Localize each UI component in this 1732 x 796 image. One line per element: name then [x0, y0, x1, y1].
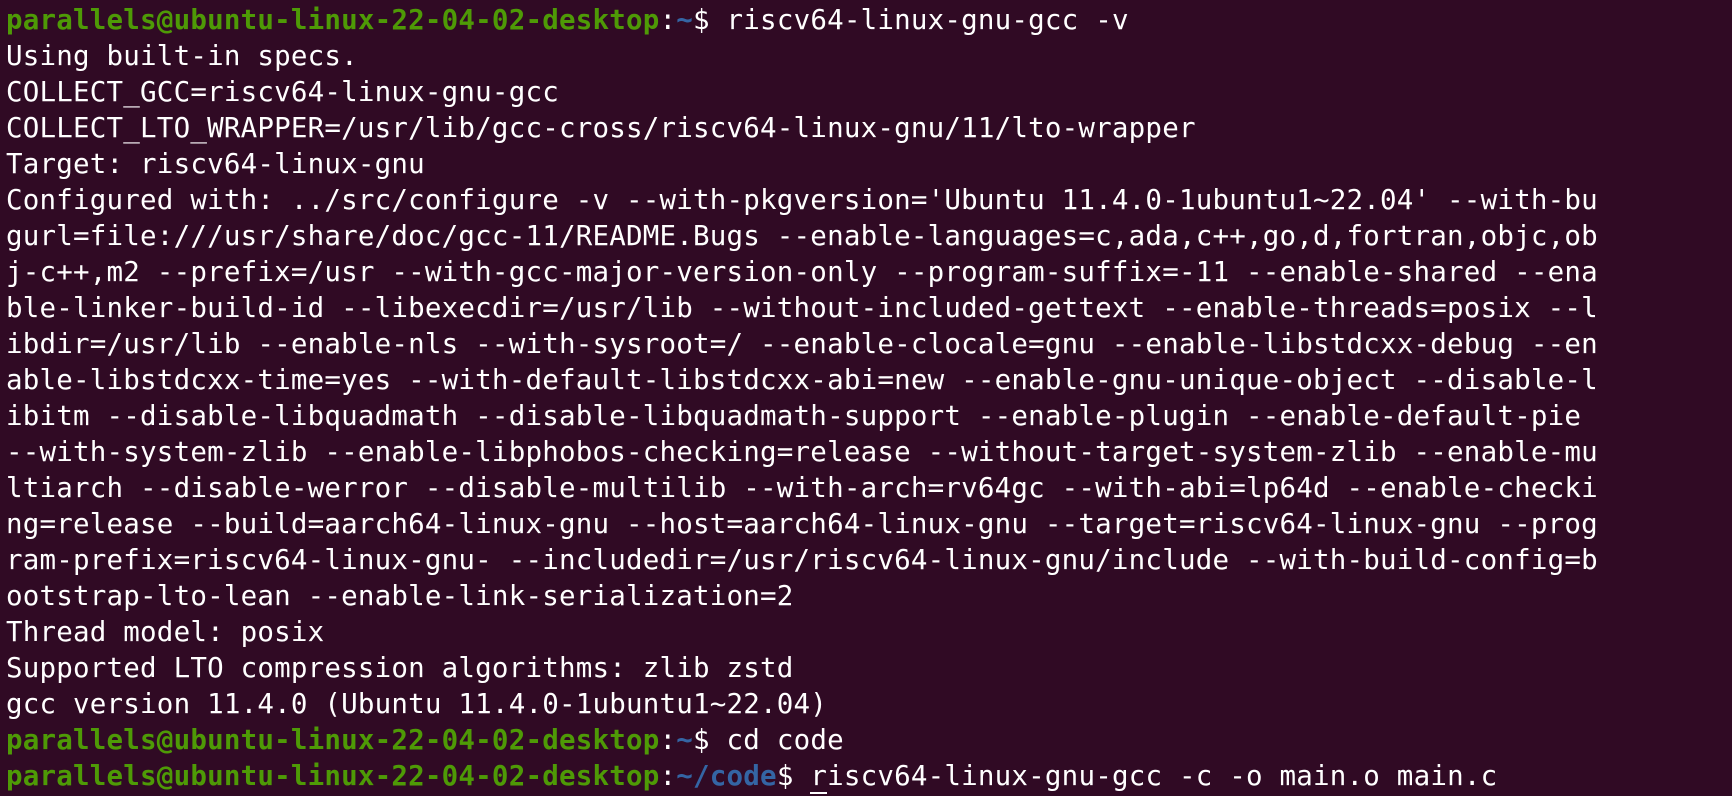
output-text: Supported LTO compression algorithms: zl… [6, 652, 794, 684]
output-line: ble-linker-build-id --libexecdir=/usr/li… [6, 290, 1732, 326]
output-line: COLLECT_GCC=riscv64-linux-gnu-gcc [6, 74, 1732, 110]
output-text: j-c++,m2 --prefix=/usr --with-gcc-major-… [6, 256, 1598, 288]
output-text: ng=release --build=aarch64-linux-gnu --h… [6, 508, 1598, 540]
prompt-colon: : [659, 4, 677, 36]
output-line: Thread model: posix [6, 614, 1732, 650]
output-line: Supported LTO compression algorithms: zl… [6, 650, 1732, 686]
prompt-colon: : [659, 724, 677, 756]
output-text: ltiarch --disable-werror --disable-multi… [6, 472, 1598, 504]
active-prompt-line: parallels@ubuntu-linux-22-04-02-desktop:… [6, 758, 1732, 794]
prompt-line: parallels@ubuntu-linux-22-04-02-desktop:… [6, 722, 1732, 758]
output-line: Configured with: ../src/configure -v --w… [6, 182, 1732, 218]
output-line: ram-prefix=riscv64-linux-gnu- --included… [6, 542, 1732, 578]
output-text: able-libstdcxx-time=yes --with-default-l… [6, 364, 1598, 396]
output-line: ibitm --disable-libquadmath --disable-li… [6, 398, 1732, 434]
output-text: Thread model: posix [6, 616, 325, 648]
output-line: Target: riscv64-linux-gnu [6, 146, 1732, 182]
prompt-dollar: $ [693, 4, 727, 36]
prompt-path: ~ [676, 724, 694, 756]
output-text: ibdir=/usr/lib --enable-nls --with-sysro… [6, 328, 1598, 360]
output-line: --with-system-zlib --enable-libphobos-ch… [6, 434, 1732, 470]
output-text: Configured with: ../src/configure -v --w… [6, 184, 1598, 216]
command-text: cd code [726, 724, 844, 756]
output-line: ibdir=/usr/lib --enable-nls --with-sysro… [6, 326, 1732, 362]
output-text: ble-linker-build-id --libexecdir=/usr/li… [6, 292, 1598, 324]
terminal-window[interactable]: parallels@ubuntu-linux-22-04-02-desktop:… [0, 0, 1732, 796]
output-line: ltiarch --disable-werror --disable-multi… [6, 470, 1732, 506]
output-text: Using built-in specs. [6, 40, 358, 72]
prompt-colon: : [659, 760, 677, 792]
output-text: Target: riscv64-linux-gnu [6, 148, 425, 180]
output-line: Using built-in specs. [6, 38, 1732, 74]
prompt-dollar: $ [776, 760, 811, 792]
output-line: able-libstdcxx-time=yes --with-default-l… [6, 362, 1732, 398]
command-text: riscv64-linux-gnu-gcc -v [726, 4, 1129, 36]
output-line: COLLECT_LTO_WRAPPER=/usr/lib/gcc-cross/r… [6, 110, 1732, 146]
prompt-dollar: $ [693, 724, 727, 756]
output-line: gurl=file:///usr/share/doc/gcc-11/README… [6, 218, 1732, 254]
prompt-user-host: parallels@ubuntu-linux-22-04-02-desktop [6, 724, 660, 756]
prompt-path: ~/code [676, 760, 777, 792]
output-text: --with-system-zlib --enable-libphobos-ch… [6, 436, 1598, 468]
output-text: ibitm --disable-libquadmath --disable-li… [6, 400, 1582, 432]
command-input[interactable]: r iscv64-linux-gnu-gcc -c -o main.o main.… [810, 758, 1497, 794]
output-text: ootstrap-lto-lean --enable-link-serializ… [6, 580, 794, 612]
prompt-line: parallels@ubuntu-linux-22-04-02-desktop:… [6, 2, 1732, 38]
text-cursor: r [810, 758, 828, 794]
terminal-output: parallels@ubuntu-linux-22-04-02-desktop:… [6, 2, 1732, 794]
prompt-path: ~ [676, 4, 694, 36]
cursor-underline [810, 792, 828, 794]
output-text: gurl=file:///usr/share/doc/gcc-11/README… [6, 220, 1598, 252]
output-text: COLLECT_LTO_WRAPPER=/usr/lib/gcc-cross/r… [6, 112, 1196, 144]
output-text: gcc version 11.4.0 (Ubuntu 11.4.0-1ubunt… [6, 688, 828, 720]
prompt-user-host: parallels@ubuntu-linux-22-04-02-desktop [6, 760, 660, 792]
output-line: ootstrap-lto-lean --enable-link-serializ… [6, 578, 1732, 614]
output-text: COLLECT_GCC=riscv64-linux-gnu-gcc [6, 76, 559, 108]
output-text: ram-prefix=riscv64-linux-gnu- --included… [6, 544, 1598, 576]
prompt-user-host: parallels@ubuntu-linux-22-04-02-desktop [6, 4, 660, 36]
output-line: gcc version 11.4.0 (Ubuntu 11.4.0-1ubunt… [6, 686, 1732, 722]
output-line: j-c++,m2 --prefix=/usr --with-gcc-major-… [6, 254, 1732, 290]
output-line: ng=release --build=aarch64-linux-gnu --h… [6, 506, 1732, 542]
